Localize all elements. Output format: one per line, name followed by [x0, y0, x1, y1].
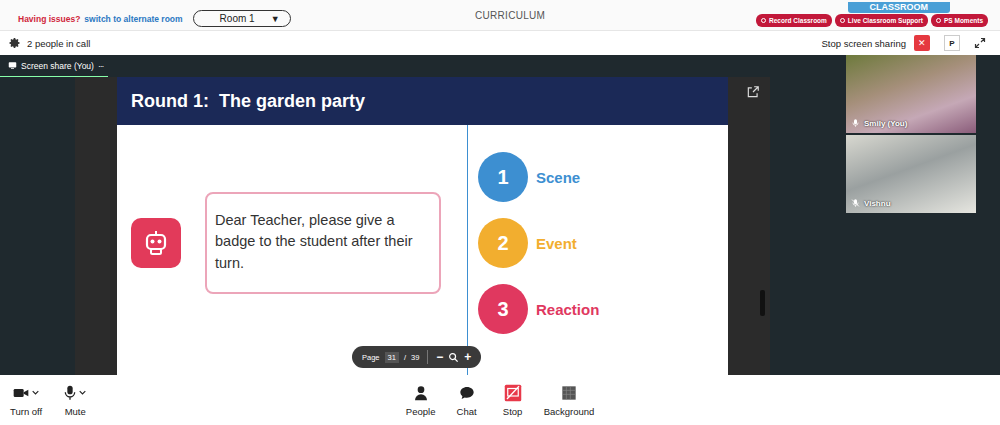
classroom-page: Having issues? switch to alternate room Ro… — [0, 0, 1000, 425]
slide-header: Round 1: The garden party — [117, 77, 728, 125]
slide-viewer: Round 1: The garden party Dear Teacher, p… — [0, 77, 845, 375]
slide-title: Round 1: The garden party — [131, 91, 365, 112]
toolbar-button[interactable]: Background — [544, 384, 595, 417]
step-number: 2 — [478, 218, 528, 268]
slide: Round 1: The garden party Dear Teacher, p… — [117, 77, 728, 375]
classroom-tab[interactable]: CLASSROOM — [848, 2, 951, 13]
chevron-icon[interactable] — [32, 390, 39, 395]
page-title: CURRICULUM — [475, 10, 545, 21]
zoom-icon[interactable] — [448, 352, 459, 363]
background-icon — [561, 385, 577, 401]
action-button[interactable]: Record Classroom — [756, 14, 832, 27]
record-icon — [761, 18, 766, 23]
step-number: 3 — [478, 284, 528, 334]
room-select[interactable]: Room 1▼ — [193, 10, 291, 27]
zoom-in-button[interactable]: + — [464, 350, 471, 364]
record-icon — [840, 18, 845, 23]
toolbar-button[interactable]: Turn off — [10, 384, 42, 417]
more-menu[interactable]: ··· — [98, 61, 104, 71]
step-item: 1Scene — [478, 152, 599, 202]
popout-icon[interactable] — [746, 85, 760, 99]
toolbar-button[interactable]: Stop — [498, 384, 528, 417]
page-controls: Page31/39−+ — [352, 346, 481, 368]
toolbar-button[interactable]: Mute — [60, 384, 90, 417]
mic-icon — [64, 385, 76, 401]
call-bar: 2 people in call Stop screen sharing ✕ P — [0, 30, 1000, 55]
chat-icon — [459, 385, 475, 401]
step-item: 2Event — [478, 218, 599, 268]
chevron-icon[interactable] — [79, 390, 86, 395]
zoom-out-button[interactable]: − — [436, 350, 443, 364]
screen-share-tab[interactable]: Screen share (You)··· — [0, 55, 108, 77]
participant-list: Smily (You)Vishnu — [845, 55, 1000, 375]
people-count: 2 people in call — [27, 38, 90, 49]
toolbar-button[interactable]: Chat — [452, 384, 482, 417]
step-number: 1 — [478, 152, 528, 202]
action-button[interactable]: PS Moments — [931, 14, 988, 27]
stop-share-icon — [504, 384, 522, 402]
toolbar: Turn off Mute People Chat Stop Background — [0, 375, 1000, 425]
stage: Screen share (You)··· Round 1: The garden… — [0, 55, 845, 375]
call-area: Screen share (You)··· Round 1: The garden… — [0, 55, 1000, 375]
expand-icon[interactable] — [974, 37, 986, 49]
stop-share-button[interactable]: ✕ — [914, 35, 930, 51]
step-item: 3Reaction — [478, 284, 599, 334]
participant-tile[interactable]: Vishnu — [846, 135, 976, 213]
participant-tile[interactable]: Smily (You) — [846, 55, 976, 133]
gear-icon[interactable] — [9, 37, 21, 49]
toolbar-button[interactable]: People — [406, 384, 436, 417]
top-bar: Having issues? switch to alternate room Ro… — [0, 0, 1000, 30]
action-button[interactable]: Live Classroom Support — [835, 14, 928, 27]
screen-icon — [8, 61, 17, 70]
caret-icon: ▼ — [271, 14, 280, 24]
camera-icon — [13, 386, 29, 400]
message-bubble: Dear Teacher, please give a badge to the… — [205, 192, 441, 293]
page-input[interactable]: 31 — [385, 352, 399, 363]
record-icon — [936, 18, 941, 23]
stop-share-label: Stop screen sharing — [822, 38, 907, 49]
alternate-room-link[interactable]: switch to alternate room — [84, 14, 182, 24]
mic-icon — [851, 118, 860, 128]
scrollbar[interactable] — [760, 290, 765, 316]
mic-icon — [851, 198, 860, 208]
people-icon — [413, 385, 429, 401]
issue-label: Having issues? — [18, 14, 80, 24]
robot-icon — [131, 218, 181, 268]
presenter-badge[interactable]: P — [944, 35, 960, 51]
